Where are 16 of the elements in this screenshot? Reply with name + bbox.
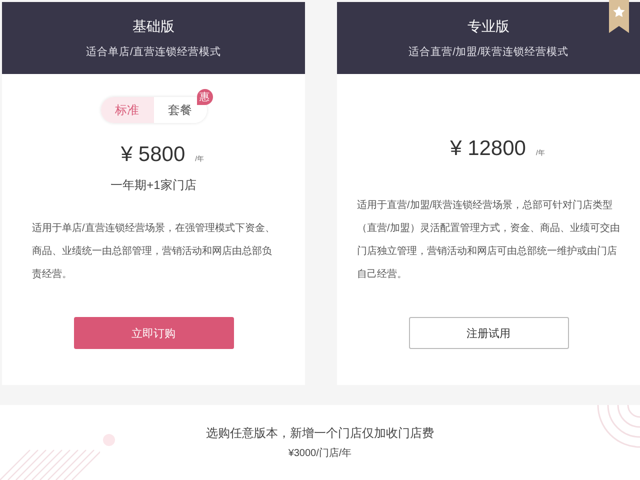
price: ¥ 12800	[450, 137, 526, 161]
footer-price: ¥3000/门店/年	[288, 446, 352, 460]
plan-term: 一年期+1家门店	[110, 177, 196, 194]
plan-title: 专业版	[468, 18, 510, 36]
plan-subtitle: 适合直营/加盟/联营连锁经营模式	[408, 44, 568, 58]
plan-subtitle: 适合单店/直营连锁经营模式	[86, 44, 221, 58]
discount-badge: 惠	[196, 89, 212, 105]
plan-description: 适用于单店/直营连锁经营场景，在强管理模式下资金、商品、业绩统一由总部管理，营销活动和网店由总部负责经营。	[31, 222, 276, 282]
arcs-decoration	[596, 405, 640, 449]
plan-description: 适用于直营/加盟/联营连锁经营场景，总部可针对门店类型（直营/加盟）灵活配置管理方式，资金、商品、业绩可交由门店独立管理，营销活动和网店可由总部统一维护或由门店自己经营。	[356, 198, 621, 282]
dot-decoration	[102, 433, 116, 447]
footer-text: 选购任意版本，新增一个门店仅加收门店费	[206, 425, 434, 442]
plan-title: 基础版	[132, 18, 174, 36]
trial-button[interactable]: 注册试用	[408, 317, 568, 349]
price: ¥ 5800	[120, 143, 186, 167]
order-button[interactable]: 立即订购	[74, 317, 234, 349]
